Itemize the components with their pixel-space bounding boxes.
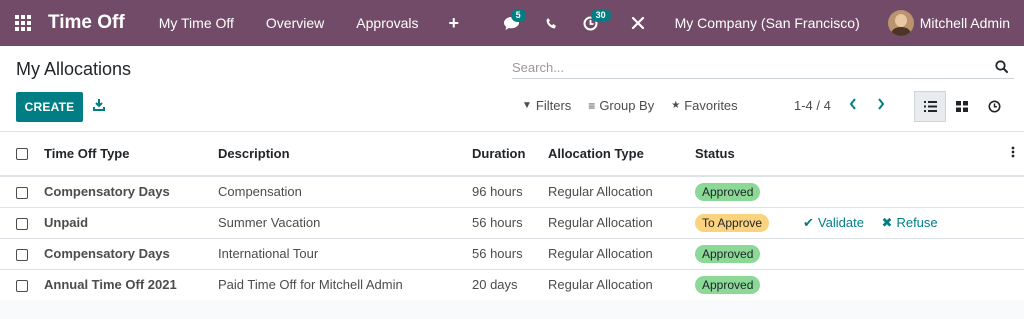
- cell-time-off-type: Annual Time Off 2021: [36, 269, 210, 301]
- cell-allocation-type: Regular Allocation: [540, 176, 687, 208]
- row-checkbox[interactable]: [16, 217, 28, 230]
- optional-columns-toggle[interactable]: [1002, 131, 1024, 177]
- page-title: My Allocations: [16, 59, 132, 79]
- search-icon: [995, 60, 1008, 73]
- new-request-button[interactable]: +: [435, 0, 474, 46]
- filter-icon: ▼: [522, 100, 532, 111]
- row-checkbox[interactable]: [16, 248, 28, 261]
- cell-time-off-type: Compensatory Days: [36, 238, 210, 270]
- pager-value[interactable]: 1-4 / 4: [794, 98, 831, 113]
- header-duration[interactable]: Duration: [464, 131, 540, 177]
- cell-time-off-type: Unpaid: [36, 207, 210, 239]
- cell-time-off-type: Compensatory Days: [36, 176, 210, 208]
- messages-badge: 5: [510, 9, 526, 22]
- company-switcher[interactable]: My Company (San Francisco): [661, 15, 888, 31]
- kanban-view-button[interactable]: [946, 91, 978, 122]
- header-allocation-type[interactable]: Allocation Type: [540, 131, 687, 177]
- cell-allocation-type: Regular Allocation: [540, 238, 687, 270]
- list-view-icon: [923, 101, 937, 112]
- create-button[interactable]: CREATE: [16, 92, 83, 122]
- activity-view-button[interactable]: [978, 91, 1010, 122]
- favorites-label: Favorites: [684, 98, 738, 113]
- cell-duration: 56 hours: [464, 238, 540, 270]
- filters-label: Filters: [535, 98, 572, 113]
- avatar: [887, 10, 914, 36]
- check-icon: ✔: [803, 214, 814, 230]
- group-by-label: Group By: [599, 98, 655, 113]
- cell-description: Summer Vacation: [210, 207, 464, 239]
- cell-duration: 20 days: [464, 269, 540, 301]
- status-badge: To Approve: [695, 213, 770, 232]
- activities-badge: 30: [590, 9, 611, 22]
- app-title[interactable]: Time Off: [48, 12, 125, 34]
- group-by-button[interactable]: ≡ Group By: [588, 98, 654, 113]
- table-header-row: Time Off Type Description Duration Alloc…: [0, 131, 1024, 177]
- table-row[interactable]: Compensatory Days International Tour 56 …: [0, 238, 1024, 270]
- chevron-left-icon: [849, 98, 856, 110]
- kanban-view-icon: [956, 101, 968, 112]
- select-all-checkbox[interactable]: [16, 148, 28, 161]
- refuse-label: Refuse: [896, 215, 938, 230]
- search-options: ▼ Filters ≡ Group By ★ Favorites: [522, 98, 755, 113]
- menu-overview[interactable]: Overview: [250, 0, 340, 46]
- list-icon: ≡: [588, 98, 596, 113]
- pager-previous-button[interactable]: [848, 97, 858, 114]
- more-vertical-icon: [1011, 146, 1015, 157]
- cell-allocation-type: Regular Allocation: [540, 207, 687, 239]
- favorites-button[interactable]: ★ Favorites: [671, 98, 737, 113]
- clock-icon: [988, 100, 1000, 113]
- header-description[interactable]: Description: [210, 131, 464, 177]
- list-footer: [0, 300, 1024, 319]
- search-button[interactable]: [995, 60, 1008, 76]
- validate-label: Validate: [817, 215, 864, 230]
- cell-allocation-type: Regular Allocation: [540, 269, 687, 301]
- download-icon: [93, 99, 105, 111]
- close-icon: ✖: [881, 214, 893, 230]
- user-name: Mitchell Admin: [919, 15, 1010, 31]
- cell-description: Paid Time Off for Mitchell Admin: [210, 269, 464, 301]
- table-row[interactable]: Compensatory Days Compensation 96 hours …: [0, 176, 1024, 208]
- menu-my-time-off[interactable]: My Time Off: [143, 0, 250, 46]
- validate-button[interactable]: ✔ Validate: [803, 215, 864, 231]
- allocations-list: Time Off Type Description Duration Alloc…: [0, 131, 1024, 301]
- cell-description: Compensation: [210, 176, 464, 208]
- view-switcher: [914, 91, 1010, 122]
- star-icon: ★: [671, 100, 681, 111]
- user-menu[interactable]: Mitchell Admin: [887, 10, 1024, 36]
- export-button[interactable]: [93, 98, 105, 114]
- status-badge: Approved: [695, 275, 761, 294]
- pager-next-button[interactable]: [876, 97, 886, 114]
- tools-icon: [631, 16, 644, 30]
- cell-duration: 56 hours: [464, 207, 540, 239]
- status-badge: Approved: [695, 244, 761, 263]
- filters-button[interactable]: ▼ Filters: [522, 98, 571, 113]
- top-navbar: Time Off My Time Off Overview Approvals …: [0, 0, 1024, 46]
- row-checkbox[interactable]: [16, 186, 28, 199]
- apps-menu-icon[interactable]: [0, 0, 46, 46]
- messages-button[interactable]: 5: [492, 0, 531, 46]
- phone-button[interactable]: [531, 0, 572, 46]
- status-badge: Approved: [695, 182, 761, 201]
- phone-icon: [546, 17, 556, 28]
- search-input[interactable]: [512, 57, 1014, 79]
- list-view-button[interactable]: [914, 91, 946, 122]
- cell-duration: 96 hours: [464, 176, 540, 208]
- debug-tools-button[interactable]: [609, 0, 661, 46]
- menu-approvals[interactable]: Approvals: [340, 0, 434, 46]
- refuse-button[interactable]: ✖ Refuse: [882, 215, 938, 231]
- header-time-off-type[interactable]: Time Off Type: [36, 131, 210, 177]
- chevron-right-icon: [878, 98, 885, 110]
- table-row[interactable]: Annual Time Off 2021 Paid Time Off for M…: [0, 269, 1024, 301]
- activities-button[interactable]: 30: [572, 0, 611, 46]
- header-status[interactable]: Status: [687, 131, 802, 177]
- table-row[interactable]: Unpaid Summer Vacation 56 hours Regular …: [0, 207, 1024, 239]
- row-checkbox[interactable]: [16, 279, 28, 292]
- cell-description: International Tour: [210, 238, 464, 270]
